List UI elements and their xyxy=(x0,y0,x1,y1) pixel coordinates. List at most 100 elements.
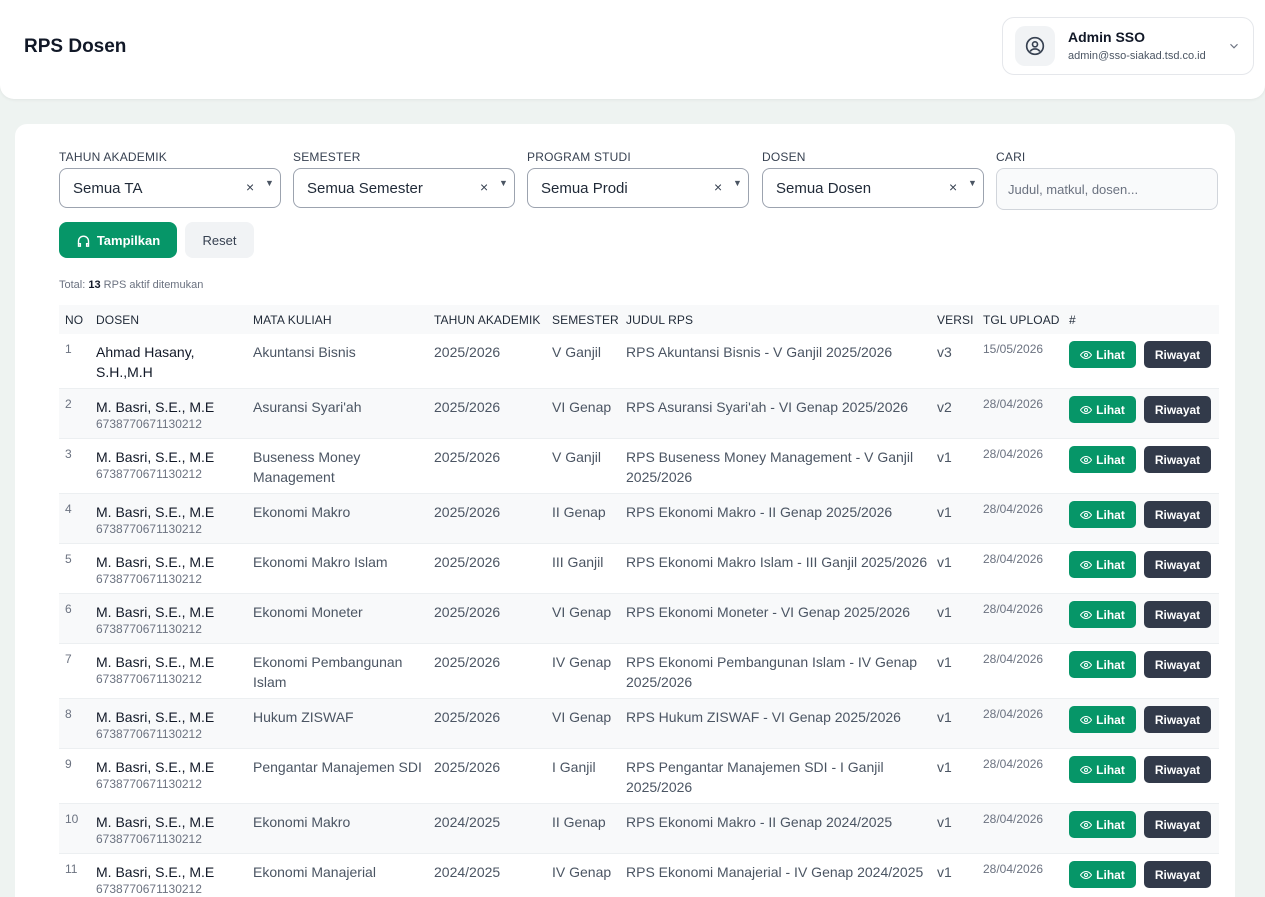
tampilkan-button[interactable]: Tampilkan xyxy=(59,222,177,258)
row-no: 8 xyxy=(65,707,72,721)
row-tahun: 2024/2025 xyxy=(434,864,501,880)
row-matkul: Pengantar Manajemen SDI xyxy=(253,759,422,775)
table-row: 9 M. Basri, S.E., M.E 6738770671130212 Peng… xyxy=(59,749,1219,804)
col-header: SEMESTER xyxy=(552,312,619,327)
row-matkul: Hukum ZISWAF xyxy=(253,709,354,725)
row-dosen: M. Basri, S.E., M.E 6738770671130212 xyxy=(90,644,247,699)
search-input[interactable] xyxy=(996,168,1218,210)
row-judul: RPS Ekonomi Makro - II Genap 2024/2025 xyxy=(626,814,893,830)
row-dosen: M. Basri, S.E., M.E 6738770671130212 xyxy=(90,749,247,804)
user-email: admin@sso-siakad.tsd.co.id xyxy=(1068,50,1206,62)
riwayat-button[interactable]: Riwayat xyxy=(1144,396,1211,423)
riwayat-button[interactable]: Riwayat xyxy=(1144,501,1211,528)
clear-icon[interactable]: × xyxy=(949,179,957,195)
row-semester: IV Genap xyxy=(552,654,612,670)
row-semester: III Ganjil xyxy=(552,554,604,570)
tahun-select[interactable]: Semua TA × ▼ xyxy=(59,168,281,208)
table-row: 8 M. Basri, S.E., M.E 6738770671130212 Huku… xyxy=(59,698,1219,749)
dosen-select-value: Semua Dosen xyxy=(776,180,872,197)
lihat-button[interactable]: Lihat xyxy=(1069,551,1136,578)
prodi-select[interactable]: Semua Prodi × ▼ xyxy=(527,168,749,208)
reset-button[interactable]: Reset xyxy=(185,222,254,258)
col-header: VERSI xyxy=(937,312,974,327)
lihat-button[interactable]: Lihat xyxy=(1069,651,1136,678)
eye-icon xyxy=(1080,610,1093,619)
col-header: JUDUL RPS xyxy=(626,312,694,327)
row-no: 2 xyxy=(65,397,72,411)
dosen-select[interactable]: Semua Dosen × ▼ xyxy=(762,168,984,208)
lihat-label: Lihat xyxy=(1096,557,1125,572)
row-actions: Lihat Riwayat xyxy=(1063,699,1219,749)
dosen-name: M. Basri, S.E., M.E xyxy=(96,449,215,465)
total-summary: Total: 13 RPS aktif ditemukan xyxy=(59,279,203,291)
clear-icon[interactable]: × xyxy=(714,179,722,195)
table-row: 1 Ahmad Hasany, S.H.,M.H Akuntansi Bisnis 2… xyxy=(59,334,1219,389)
eye-icon xyxy=(1080,660,1093,669)
lihat-button[interactable]: Lihat xyxy=(1069,501,1136,528)
riwayat-button[interactable]: Riwayat xyxy=(1144,551,1211,578)
row-semester: II Genap xyxy=(552,504,606,520)
user-circle-icon xyxy=(1025,36,1045,56)
table-row: 6 M. Basri, S.E., M.E 6738770671130212 Ekon… xyxy=(59,593,1219,644)
riwayat-button[interactable]: Riwayat xyxy=(1144,756,1211,783)
riwayat-button[interactable]: Riwayat xyxy=(1144,341,1211,368)
lihat-button[interactable]: Lihat xyxy=(1069,706,1136,733)
row-no: 11 xyxy=(65,862,78,876)
riwayat-button[interactable]: Riwayat xyxy=(1144,446,1211,473)
row-tahun: 2025/2026 xyxy=(434,399,501,415)
dosen-name: M. Basri, S.E., M.E xyxy=(96,654,215,670)
dosen-nip: 6738770671130212 xyxy=(96,417,202,431)
row-dosen: M. Basri, S.E., M.E 6738770671130212 xyxy=(90,804,247,854)
row-versi: v1 xyxy=(937,654,952,670)
riwayat-button[interactable]: Riwayat xyxy=(1144,651,1211,678)
row-dosen: M. Basri, S.E., M.E 6738770671130212 xyxy=(90,699,247,749)
user-name: Admin SSO xyxy=(1068,29,1146,45)
dosen-name: M. Basri, S.E., M.E xyxy=(96,814,215,830)
row-actions: Lihat Riwayat xyxy=(1063,494,1219,544)
row-actions: Lihat Riwayat xyxy=(1063,439,1219,494)
row-semester: V Ganjil xyxy=(552,344,602,360)
row-matkul: Ekonomi Pembangunan Islam xyxy=(253,654,403,690)
eye-icon xyxy=(1080,870,1093,879)
row-dosen: M. Basri, S.E., M.E 6738770671130212 xyxy=(90,854,247,897)
row-no: 3 xyxy=(65,447,72,461)
filter-label-tahun: TAHUN AKADEMIK xyxy=(59,150,167,164)
dosen-name: M. Basri, S.E., M.E xyxy=(96,554,215,570)
user-menu[interactable]: Admin SSO admin@sso-siakad.tsd.co.id xyxy=(1002,17,1254,75)
row-tgl-upload: 28/04/2026 xyxy=(983,397,1044,411)
dosen-nip: 6738770671130212 xyxy=(96,522,202,536)
col-header: DOSEN xyxy=(96,312,140,327)
lihat-button[interactable]: Lihat xyxy=(1069,861,1136,888)
riwayat-button[interactable]: Riwayat xyxy=(1144,861,1211,888)
lihat-button[interactable]: Lihat xyxy=(1069,396,1136,423)
table-header-row: NO DOSEN MATA KULIAH TAHUN AKADEMIK SEME… xyxy=(59,305,1219,334)
row-no: 7 xyxy=(65,652,72,666)
clear-icon[interactable]: × xyxy=(480,179,488,195)
row-actions: Lihat Riwayat xyxy=(1063,644,1219,699)
eye-icon xyxy=(1080,560,1093,569)
row-actions: Lihat Riwayat xyxy=(1063,804,1219,854)
col-header: # xyxy=(1069,312,1076,327)
lihat-button[interactable]: Lihat xyxy=(1069,756,1136,783)
row-versi: v1 xyxy=(937,759,952,775)
riwayat-button[interactable]: Riwayat xyxy=(1144,601,1211,628)
lihat-button[interactable]: Lihat xyxy=(1069,601,1136,628)
page-title: RPS Dosen xyxy=(24,36,127,57)
row-matkul: Ekonomi Makro Islam xyxy=(253,554,388,570)
semester-select[interactable]: Semua Semester × ▼ xyxy=(293,168,515,208)
clear-icon[interactable]: × xyxy=(246,179,254,195)
lihat-button[interactable]: Lihat xyxy=(1069,811,1136,838)
row-semester: VI Genap xyxy=(552,399,612,415)
row-tgl-upload: 28/04/2026 xyxy=(983,862,1044,876)
filter-label-cari: CARI xyxy=(996,150,1026,164)
riwayat-button[interactable]: Riwayat xyxy=(1144,706,1211,733)
lihat-button[interactable]: Lihat xyxy=(1069,446,1136,473)
dosen-nip: 6738770671130212 xyxy=(96,622,202,636)
row-matkul: Asuransi Syari'ah xyxy=(253,399,362,415)
row-no: 10 xyxy=(65,812,79,826)
row-judul: RPS Ekonomi Pembangunan Islam - IV Genap… xyxy=(626,654,918,690)
row-tgl-upload: 28/04/2026 xyxy=(983,812,1044,826)
riwayat-button[interactable]: Riwayat xyxy=(1144,811,1211,838)
lihat-button[interactable]: Lihat xyxy=(1069,341,1136,368)
tampilkan-label: Tampilkan xyxy=(96,232,161,248)
